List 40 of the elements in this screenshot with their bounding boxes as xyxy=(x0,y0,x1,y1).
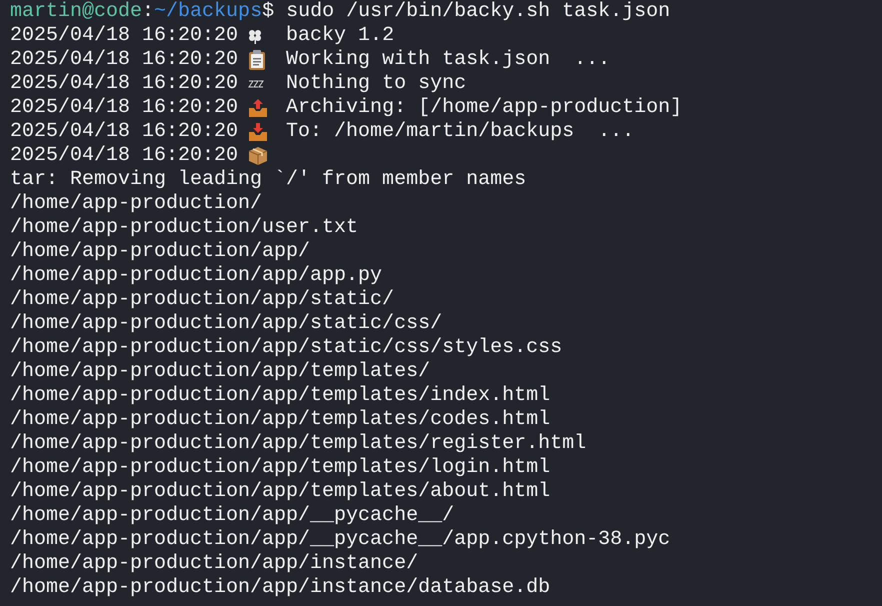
output-line: /home/app-production/app/ xyxy=(10,240,310,264)
prompt-path: ~/backups xyxy=(154,0,262,24)
timestamp: 2025/04/18 16:20:20 xyxy=(10,48,238,72)
output-line: /home/app-production/app/instance/ xyxy=(10,552,418,576)
outbox-tray-icon xyxy=(248,98,268,118)
output-line: /home/app-production/app/static/ xyxy=(10,288,394,312)
clover-icon xyxy=(248,28,262,44)
log-message: backy 1.2 xyxy=(286,24,394,48)
log-message: Nothing to sync xyxy=(286,72,466,96)
clipboard-icon xyxy=(248,50,266,70)
output-line: /home/app-production/app/__pycache__/app.cpython-38.pyc xyxy=(10,528,670,552)
output-line: /home/app-production/app/app.py xyxy=(10,264,382,288)
output-line: /home/app-production/user.txt xyxy=(10,216,358,240)
log-message: Archiving: [/home/app-production] xyxy=(286,96,682,120)
timestamp: 2025/04/18 16:20:20 xyxy=(10,24,238,48)
output-line: /home/app-production/app/templates/about.html xyxy=(10,480,550,504)
timestamp: 2025/04/18 16:20:20 xyxy=(10,120,238,144)
inbox-tray-icon xyxy=(248,122,268,142)
timestamp: 2025/04/18 16:20:20 xyxy=(10,72,238,96)
zzz-icon xyxy=(248,80,264,88)
output-line: /home/app-production/app/__pycache__/ xyxy=(10,504,454,528)
prompt-user-host: martin@code xyxy=(10,0,142,24)
output-line: /home/app-production/app/templates/codes.html xyxy=(10,408,550,432)
output-line: /home/app-production/app/templates/ xyxy=(10,360,430,384)
output-line: /home/app-production/app/templates/login.html xyxy=(10,456,550,480)
log-message: To: /home/martin/backups ... xyxy=(286,120,634,144)
log-message: Working with task.json ... xyxy=(286,48,610,72)
timestamp: 2025/04/18 16:20:20 xyxy=(10,144,238,168)
prompt-separator: : xyxy=(142,0,154,24)
output-line: tar: Removing leading `/' from member names xyxy=(10,168,526,192)
package-icon xyxy=(248,146,268,166)
prompt-symbol: $ xyxy=(262,0,274,24)
output-line: /home/app-production/app/static/css/ xyxy=(10,312,442,336)
output-line: /home/app-production/app/templates/register.html xyxy=(10,432,586,456)
output-line: /home/app-production/app/static/css/styles.css xyxy=(10,336,562,360)
output-line: /home/app-production/ xyxy=(10,192,262,216)
command-text: sudo /usr/bin/backy.sh task.json xyxy=(286,0,670,24)
output-line: /home/app-production/app/instance/database.db xyxy=(10,576,550,600)
timestamp: 2025/04/18 16:20:20 xyxy=(10,96,238,120)
output-line: /home/app-production/app/templates/index.html xyxy=(10,384,550,408)
